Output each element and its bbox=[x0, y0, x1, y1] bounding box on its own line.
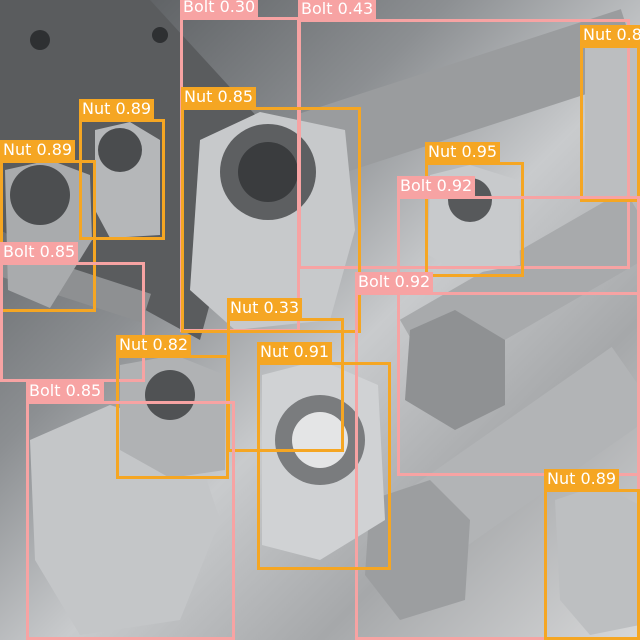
detection-box-bolt: Bolt 0.85 bbox=[26, 381, 235, 640]
detection-label: Bolt 0.85 bbox=[26, 381, 105, 401]
detection-label: Nut 0.89 bbox=[0, 140, 76, 160]
detection-label: Nut 0.91 bbox=[257, 342, 333, 362]
detection-label: Nut 0.33 bbox=[227, 298, 303, 318]
detection-label: Nut 0.89 bbox=[79, 99, 155, 119]
detection-box-nut: Nut 0.91 bbox=[257, 342, 391, 570]
detection-box-nut: Nut 0.8 bbox=[580, 25, 640, 202]
detection-label: Bolt 0.30 bbox=[180, 0, 259, 17]
detection-label: Nut 0.95 bbox=[425, 142, 501, 162]
detection-label: Nut 0.85 bbox=[181, 87, 257, 107]
detection-label: Nut 0.89 bbox=[544, 469, 620, 489]
detection-label: Bolt 0.92 bbox=[397, 176, 476, 196]
detection-label: Bolt 0.43 bbox=[298, 0, 377, 19]
detection-label: Bolt 0.85 bbox=[0, 242, 79, 262]
detection-label: Bolt 0.92 bbox=[355, 272, 434, 292]
detection-box-nut: Nut 0.89 bbox=[544, 469, 640, 640]
detection-label: Nut 0.82 bbox=[116, 335, 192, 355]
detection-image: Bolt 0.30 Bolt 0.43 Nut 0.8 Nut 0.89 Nut… bbox=[0, 0, 640, 640]
detection-label: Nut 0.8 bbox=[580, 25, 640, 45]
